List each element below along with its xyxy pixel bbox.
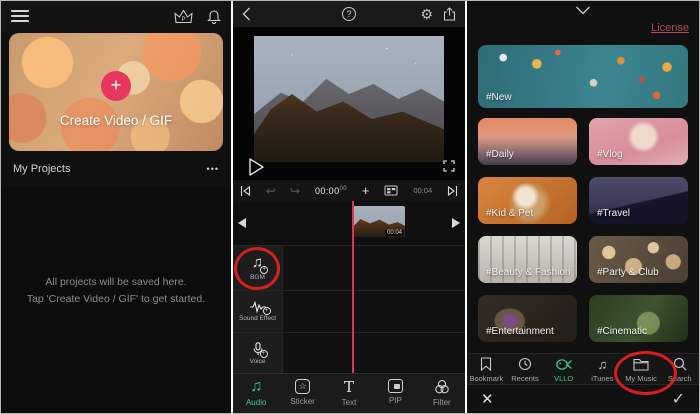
sticker-star-icon: ☆ bbox=[295, 379, 310, 394]
sound-effect-add-badge-icon: + bbox=[263, 307, 271, 315]
sound-effect-label: Sound Effect bbox=[239, 315, 276, 323]
category-card-travel[interactable]: #Travel bbox=[589, 177, 688, 224]
editor-tabbar: ♫ Audio ☆ Sticker T Text PIP bbox=[233, 373, 465, 413]
notification-bell-icon[interactable] bbox=[193, 8, 221, 24]
add-clip-icon[interactable]: + bbox=[362, 183, 370, 198]
timeline-area: 00:04 ♫ + BGM bbox=[233, 201, 465, 373]
voice-track-row: + Voice bbox=[233, 333, 465, 375]
bgm-add-badge-icon: + bbox=[260, 266, 268, 274]
current-timecode: 00:0000 bbox=[315, 186, 347, 196]
track-scroll-left-icon[interactable] bbox=[238, 218, 246, 228]
voice-track-lane[interactable] bbox=[283, 333, 465, 374]
music-topbar: License bbox=[467, 1, 699, 43]
music-browser-screen: License #New #Daily #Vlog #Kid & Pet #Tr… bbox=[467, 1, 699, 413]
back-icon[interactable] bbox=[242, 7, 251, 21]
text-tool-icon: T bbox=[344, 379, 354, 395]
help-icon[interactable]: ? bbox=[342, 7, 356, 21]
projects-empty-area: All projects will be saved here. Tap 'Cr… bbox=[1, 187, 231, 413]
voice-add-badge-icon: + bbox=[260, 350, 268, 358]
confirm-check-icon[interactable]: ✓ bbox=[672, 389, 685, 409]
collapse-chevron-icon[interactable] bbox=[576, 6, 591, 15]
redo-icon[interactable]: ↪ bbox=[290, 184, 300, 198]
tab-text[interactable]: T Text bbox=[326, 379, 372, 407]
voice-add-button[interactable]: + Voice bbox=[233, 333, 283, 374]
audio-note-icon: ♫ bbox=[250, 379, 262, 395]
skip-to-end-icon[interactable] bbox=[447, 185, 458, 197]
create-video-label: Create Video / GIF bbox=[9, 113, 223, 128]
itunes-note-icon: ♫ bbox=[597, 358, 607, 371]
tab-audio[interactable]: ♫ Audio bbox=[233, 379, 279, 407]
settings-gear-icon[interactable]: ⚙ bbox=[420, 7, 433, 21]
timeline-toolbar: ↩ ↪ 00:0000 + 00:04 bbox=[233, 179, 465, 201]
category-banner-new[interactable]: #New bbox=[478, 45, 688, 108]
recents-clock-icon bbox=[518, 357, 532, 371]
export-share-icon[interactable] bbox=[443, 7, 456, 21]
create-video-card[interactable]: + Create Video / GIF bbox=[9, 33, 223, 151]
undo-icon[interactable]: ↩ bbox=[266, 184, 276, 198]
preview-frame-image bbox=[254, 36, 444, 162]
search-icon bbox=[673, 357, 687, 371]
play-icon[interactable] bbox=[247, 157, 265, 177]
tab-pip[interactable]: PIP bbox=[372, 379, 418, 405]
tab-vllo[interactable]: VLLO bbox=[544, 358, 583, 383]
sound-effect-track-lane[interactable] bbox=[283, 291, 465, 332]
bgm-track-row: ♫ + BGM bbox=[233, 246, 465, 291]
category-card-daily[interactable]: #Daily bbox=[478, 118, 577, 165]
my-music-folder-icon bbox=[633, 358, 649, 371]
media-library-icon[interactable] bbox=[384, 185, 398, 196]
more-options-icon[interactable]: ••• bbox=[207, 164, 219, 174]
create-plus-button[interactable]: + bbox=[101, 71, 131, 101]
category-card-entertainment[interactable]: #Entertainment bbox=[478, 295, 577, 342]
fullscreen-icon[interactable] bbox=[443, 160, 455, 172]
category-card-cinematic[interactable]: #Cinematic bbox=[589, 295, 688, 342]
category-card-kid-pet[interactable]: #Kid & Pet bbox=[478, 177, 577, 224]
svg-text:P: P bbox=[181, 17, 185, 23]
category-card-beauty-fashion[interactable]: #Beauty & Fashion bbox=[478, 236, 577, 283]
tab-sticker[interactable]: ☆ Sticker bbox=[279, 379, 325, 406]
my-projects-title: My Projects bbox=[13, 163, 207, 175]
home-topbar: P bbox=[1, 1, 231, 31]
category-grid: #Daily #Vlog #Kid & Pet #Travel #Beauty … bbox=[478, 118, 688, 342]
menu-icon[interactable] bbox=[11, 10, 29, 22]
screenshot-composite: P + Create Video / GIF My Projects ••• A… bbox=[0, 0, 700, 414]
license-link[interactable]: License bbox=[651, 22, 689, 34]
category-card-party-club[interactable]: #Party & Club bbox=[589, 236, 688, 283]
music-source-tabbar: Bookmark Recents VLLO bbox=[467, 353, 699, 386]
video-clip-thumbnail[interactable]: 00:04 bbox=[352, 206, 405, 237]
editor-screen: ? ⚙ bbox=[233, 1, 465, 413]
bgm-track-lane[interactable] bbox=[283, 246, 465, 290]
tab-filter[interactable]: Filter bbox=[419, 379, 465, 407]
clip-duration-badge: 00:04 bbox=[385, 230, 404, 236]
pip-icon bbox=[388, 379, 403, 393]
tab-itunes[interactable]: ♫ iTunes bbox=[583, 358, 622, 383]
tab-recents[interactable]: Recents bbox=[506, 357, 545, 383]
video-track[interactable]: 00:04 bbox=[233, 201, 465, 246]
tab-bookmark[interactable]: Bookmark bbox=[467, 357, 506, 383]
track-scroll-right-icon[interactable] bbox=[452, 218, 460, 228]
category-card-vlog[interactable]: #Vlog bbox=[589, 118, 688, 165]
premium-crown-icon[interactable]: P bbox=[160, 9, 193, 24]
music-confirm-bar: ✕ ✓ bbox=[467, 384, 699, 413]
tab-search[interactable]: Search bbox=[660, 357, 699, 383]
skip-to-start-icon[interactable] bbox=[240, 185, 251, 197]
home-screen: P + Create Video / GIF My Projects ••• A… bbox=[1, 1, 231, 413]
editor-topbar: ? ⚙ bbox=[233, 1, 465, 27]
bgm-add-button[interactable]: ♫ + BGM bbox=[233, 246, 283, 290]
sound-effect-add-button[interactable]: + Sound Effect bbox=[233, 291, 283, 332]
sound-effect-track-row: + Sound Effect bbox=[233, 291, 465, 333]
video-preview[interactable] bbox=[233, 27, 465, 179]
bookmark-icon bbox=[480, 357, 492, 371]
filter-lens-icon bbox=[434, 379, 450, 395]
tab-my-music[interactable]: My Music bbox=[622, 358, 661, 383]
my-projects-row: My Projects ••• bbox=[1, 153, 231, 185]
playhead-line[interactable] bbox=[352, 201, 354, 373]
empty-state-text: All projects will be saved here. Tap 'Cr… bbox=[27, 274, 205, 308]
total-duration: 00:04 bbox=[413, 186, 432, 195]
bgm-label: BGM bbox=[250, 274, 265, 282]
voice-label: Voice bbox=[250, 358, 266, 366]
cancel-x-icon[interactable]: ✕ bbox=[481, 390, 494, 408]
vllo-fish-icon bbox=[555, 358, 573, 371]
